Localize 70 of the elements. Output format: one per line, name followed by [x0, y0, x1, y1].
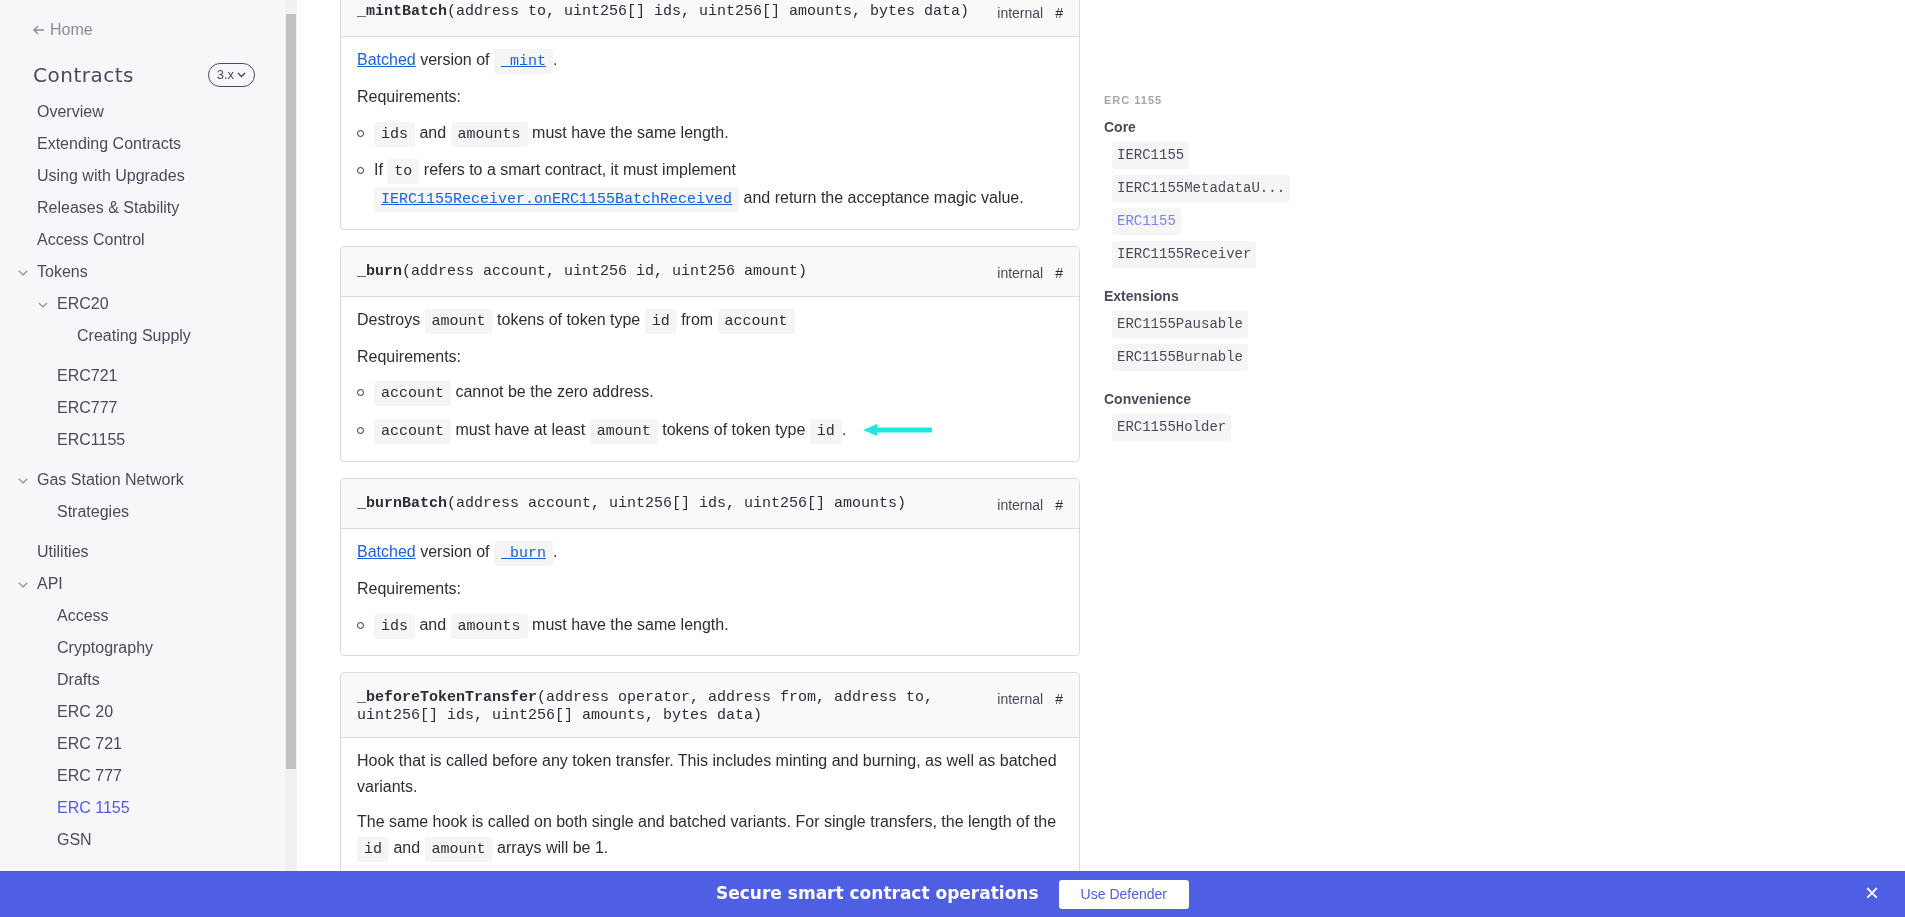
toc-link[interactable]: ERC1155Holder: [1112, 413, 1232, 441]
sidebar-item[interactable]: ERC 721: [0, 728, 285, 760]
sidebar-item[interactable]: ERC 777: [0, 760, 285, 792]
anchor-link[interactable]: #: [1055, 3, 1063, 24]
chevron-down-icon: [237, 72, 246, 78]
paragraph: Requirements:: [357, 87, 463, 107]
sidebar-item[interactable]: Access Control: [0, 224, 285, 256]
sidebar-item[interactable]: GSN: [0, 824, 285, 856]
paragraph: Requirements:: [357, 346, 463, 367]
toc-group-title: Convenience: [1104, 389, 1193, 409]
close-button[interactable]: ×: [1859, 879, 1885, 907]
sidebar-item[interactable]: Releases & Stability: [0, 192, 285, 224]
function-signature: _burn(address account, uint256 id, uint256 amount): [357, 262, 809, 281]
toc-heading: ERC 1155: [1104, 93, 1164, 108]
text-link[interactable]: Batched: [357, 542, 416, 560]
list-item-text: ids and amounts must have the same length.: [374, 119, 729, 148]
sidebar-item[interactable]: ERC20: [0, 288, 285, 320]
paragraph: Requirements:: [357, 578, 463, 599]
scrollbar-thumb[interactable]: [286, 14, 296, 769]
anchor-link[interactable]: #: [1055, 689, 1063, 711]
function-signature: _mintBatch(address to, uint256[] ids, uint256[] amounts, bytes data): [357, 3, 971, 21]
sidebar-item[interactable]: Creating Supply: [0, 320, 285, 352]
banner-text: Secure smart contract operations: [716, 882, 1039, 906]
sidebar-item[interactable]: Utilities: [0, 536, 285, 568]
toc-link[interactable]: IERC1155MetadataU...: [1112, 174, 1291, 202]
anchor-link[interactable]: #: [1055, 262, 1063, 284]
sidebar-item[interactable]: Extending Contracts: [0, 128, 285, 160]
paragraph: The same hook is called on both single and batched variants. For single transfers, the length of the id and amount arrays will be 1.: [357, 809, 1063, 863]
left-arrow-icon: [33, 25, 45, 35]
code-link[interactable]: _burn: [494, 540, 553, 566]
visibility-label: internal: [997, 263, 1044, 283]
sidebar-item[interactable]: ERC721: [0, 360, 285, 392]
function-signature: _beforeTokenTransfer(address operator, address from, address to, uint256[] ids, uint256[] amounts, bytes data): [357, 689, 935, 726]
sidebar-item[interactable]: ERC 20: [0, 696, 285, 728]
toc-link[interactable]: ERC1155Burnable: [1112, 343, 1249, 371]
paragraph: Batched version of _burn .: [357, 538, 1063, 566]
sidebar-item[interactable]: Drafts: [0, 664, 285, 696]
text-link[interactable]: Batched: [357, 51, 416, 68]
visibility-label: internal: [997, 690, 1044, 710]
sidebar-title: Contracts: [33, 62, 134, 89]
list-item-text: If to refers to a smart contract, it must implement IERC1155Receiver.onERC1155BatchReceived and return the acceptance magic value.: [374, 157, 1063, 213]
sidebar-item[interactable]: ERC1155: [0, 424, 285, 456]
visibility-label: internal: [997, 4, 1044, 23]
sidebar-item[interactable]: Cryptography: [0, 632, 285, 664]
sidebar-item[interactable]: Tokens: [0, 256, 285, 288]
use-defender-button[interactable]: Use Defender: [1058, 879, 1189, 909]
paragraph: Hook that is called before any token transfer. This includes minting and burning, as well as batched variants.: [357, 751, 1058, 797]
sidebar-item[interactable]: Access: [0, 600, 285, 632]
sidebar-item[interactable]: Using with Upgrades: [0, 160, 285, 192]
visibility-label: internal: [997, 495, 1044, 515]
toc-link[interactable]: IERC1155: [1112, 141, 1190, 169]
toc-link[interactable]: ERC1155Pausable: [1112, 310, 1249, 338]
function-signature: _burnBatch(address account, uint256[] ids, uint256[] amounts): [357, 494, 908, 513]
toc-group-title: Core: [1104, 117, 1137, 137]
code-link[interactable]: IERC1155Receiver.onERC1155BatchReceived: [374, 187, 740, 213]
anchor-link[interactable]: #: [1055, 494, 1063, 516]
paragraph: Batched version of _mint .: [357, 47, 1063, 74]
sidebar-item[interactable]: ERC 1155: [0, 792, 285, 824]
sidebar-item[interactable]: ERC777: [0, 392, 285, 424]
sidebar-item[interactable]: API: [0, 568, 285, 600]
sidebar-item[interactable]: Strategies: [0, 496, 285, 528]
toc-group-title: Extensions: [1104, 286, 1180, 306]
paragraph: Destroys amount tokens of token type id from account: [357, 306, 1063, 334]
code-link[interactable]: _mint: [494, 49, 553, 74]
list-item-text: account must have at least amount tokens of token type id .: [374, 417, 847, 445]
toc-link[interactable]: IERC1155Receiver: [1112, 240, 1257, 268]
list-item-text: ids and amounts must have the same length.: [374, 611, 729, 640]
sidebar-item[interactable]: Overview: [0, 96, 285, 128]
sidebar-item[interactable]: Gas Station Network: [0, 464, 285, 496]
list-item-text: account cannot be the zero address.: [374, 379, 654, 408]
